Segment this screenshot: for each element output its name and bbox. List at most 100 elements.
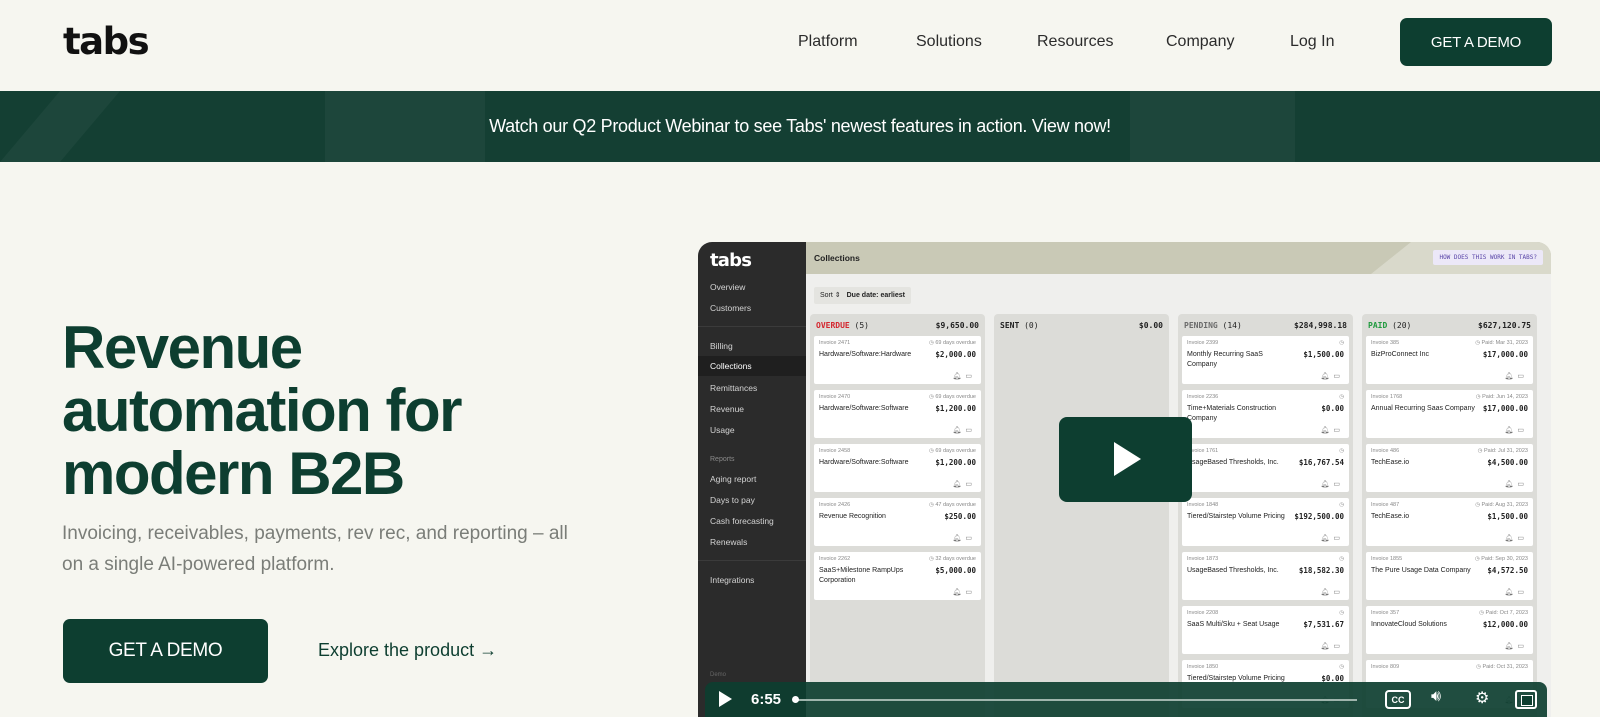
column-title-group: PAID (20) — [1368, 321, 1411, 330]
clock-icon: ◷ — [1339, 340, 1344, 346]
comment-icon: ▭ — [1517, 481, 1528, 488]
column-title: SENT — [1000, 321, 1020, 330]
banner-text[interactable]: Watch our Q2 Product Webinar to see Tabs… — [489, 116, 1111, 137]
webinar-banner[interactable]: Watch our Q2 Product Webinar to see Tabs… — [0, 91, 1600, 162]
app-logo: tabs — [710, 250, 752, 271]
customer-name: Annual Recurring Saas Company — [1371, 405, 1475, 412]
nav-company[interactable]: Company — [1166, 33, 1234, 51]
column-title-group: PENDING (14) — [1184, 321, 1242, 330]
invoice-status: ◷ — [1339, 610, 1344, 616]
invoice-amount: $16,767.54 — [1298, 458, 1344, 467]
customer-name: TechEase.io — [1371, 459, 1410, 466]
comment-icon: ▭ — [1333, 589, 1344, 596]
invoice-card: Invoice 2458 ◷ 69 days overdue Hardware/So… — [814, 444, 981, 492]
sort-chevron-icon: ⇕ — [834, 292, 841, 299]
comment-icon: ▭ — [965, 535, 976, 542]
invoice-amount: $17,000.00 — [1482, 404, 1528, 413]
nav-get-demo-button[interactable]: GET A DEMO — [1400, 18, 1552, 66]
column-header: OVERDUE (5) $9,650.00 — [816, 321, 979, 330]
invoice-status: ◷ Paid: Jul 31, 2023 — [1478, 448, 1528, 454]
card-actions: 🔔︎▭ — [952, 480, 976, 488]
invoice-status-text: Paid: Sep 30, 2023 — [1481, 556, 1528, 562]
column-header: PAID (20) $627,120.75 — [1368, 321, 1531, 330]
invoice-status-text: Paid: Jul 31, 2023 — [1483, 448, 1528, 454]
app-sidebar: tabs Overview Customers Billing Collecti… — [698, 242, 806, 717]
progress-track[interactable] — [795, 699, 1357, 701]
card-actions: 🔔︎▭ — [1320, 642, 1344, 650]
clock-icon: ◷ — [1339, 502, 1344, 508]
card-actions: 🔔︎▭ — [1504, 426, 1528, 434]
invoice-status: ◷ Paid: Mar 31, 2023 — [1475, 340, 1528, 346]
bell-icon: 🔔︎ — [952, 373, 966, 380]
invoice-number: Invoice 2208 — [1187, 610, 1219, 616]
invoice-card: Invoice 1768 ◷ Paid: Jun 14, 2023 Annual R… — [1366, 390, 1533, 438]
invoice-number: Invoice 1873 — [1187, 556, 1219, 562]
invoice-number: Invoice 1855 — [1371, 556, 1403, 562]
bell-icon: 🔔︎ — [952, 589, 966, 596]
bell-icon: 🔔︎ — [1320, 373, 1334, 380]
customer-name: Time+Materials Construction Company — [1187, 405, 1277, 422]
invoice-card: Invoice 2426 ◷ 47 days overdue Revenue Rec… — [814, 498, 981, 546]
invoice-card: Invoice 2236 ◷ Time+Materials Constructio… — [1182, 390, 1349, 438]
hero-get-demo-button[interactable]: GET A DEMO — [63, 619, 268, 683]
invoice-status-text: Paid: Aug 31, 2023 — [1481, 502, 1528, 508]
bell-icon: 🔔︎ — [952, 427, 966, 434]
play-video-button[interactable] — [1059, 417, 1192, 502]
customer-name: UsageBased Thresholds, Inc. — [1187, 567, 1279, 574]
sort-value: Due date: earliest — [846, 292, 905, 299]
invoice-amount: $1,500.00 — [1487, 512, 1528, 521]
invoice-amount: $192,500.00 — [1294, 512, 1344, 521]
fullscreen-icon[interactable] — [1515, 690, 1537, 709]
captions-icon[interactable]: CC — [1385, 690, 1411, 709]
invoice-amount: $250.00 — [944, 512, 976, 521]
sidebar-item-billing: Billing — [710, 341, 733, 351]
invoice-status: ◷ 32 days overdue — [929, 556, 976, 562]
kanban-column: PAID (20) $627,120.75 Invoice 385 ◷ Paid: M… — [1362, 314, 1537, 717]
bell-icon: 🔔︎ — [1320, 481, 1334, 488]
invoice-number: Invoice 1768 — [1371, 394, 1403, 400]
bell-icon: 🔔︎ — [1320, 535, 1334, 542]
column-title: PENDING — [1184, 321, 1218, 330]
nav-solutions[interactable]: Solutions — [916, 33, 982, 51]
invoice-amount: $1,200.00 — [935, 458, 976, 467]
sidebar-demo-label: Demo — [710, 672, 727, 678]
comment-icon: ▭ — [1517, 535, 1528, 542]
invoice-number: Invoice 486 — [1371, 448, 1400, 454]
nav-login[interactable]: Log In — [1290, 33, 1334, 51]
gear-icon[interactable]: ⚙ — [1475, 688, 1489, 708]
progress-handle[interactable] — [792, 696, 799, 703]
column-header: SENT (0) $0.00 — [1000, 321, 1163, 330]
volume-icon[interactable]: 🔊︎ — [1431, 688, 1441, 706]
sidebar-item-usage: Usage — [710, 425, 735, 435]
brand-logo[interactable]: tabs — [63, 20, 150, 63]
collections-header: Collections HOW DOES THIS WORK IN TABS? — [806, 242, 1551, 274]
nav-resources[interactable]: Resources — [1037, 33, 1113, 51]
bell-icon: 🔔︎ — [952, 535, 966, 542]
explore-product-link[interactable]: Explore the product → — [318, 640, 497, 661]
nav-platform[interactable]: Platform — [798, 33, 858, 51]
card-actions: 🔔︎▭ — [952, 426, 976, 434]
customer-name: BizProConnect Inc — [1371, 351, 1429, 358]
comment-icon: ▭ — [1517, 373, 1528, 380]
video-time: 6:55 — [751, 691, 782, 708]
sidebar-item-revenue: Revenue — [710, 404, 745, 414]
invoice-card: Invoice 2399 ◷ Monthly Recurring SaaS Com… — [1182, 336, 1349, 384]
clock-icon: ◷ — [1339, 664, 1344, 670]
clock-icon: ◷ — [1339, 448, 1344, 454]
invoice-number: Invoice 1850 — [1187, 664, 1219, 670]
column-title: OVERDUE — [816, 321, 850, 330]
customer-name: The Pure Usage Data Company — [1371, 567, 1471, 574]
customer-name: Hardware/Software:Software — [819, 405, 909, 412]
invoice-amount: $5,000.00 — [935, 566, 976, 575]
kanban-column: OVERDUE (5) $9,650.00 Invoice 2471 ◷ 69 day… — [810, 314, 985, 717]
customer-name: Monthly Recurring SaaS Company — [1187, 351, 1263, 368]
invoice-status: ◷ — [1339, 664, 1344, 670]
bell-icon: 🔔︎ — [1320, 427, 1334, 434]
invoice-number: Invoice 2426 — [819, 502, 851, 508]
play-icon[interactable] — [719, 691, 732, 707]
invoice-number: Invoice 809 — [1371, 664, 1400, 670]
comment-icon: ▭ — [1333, 535, 1344, 542]
customer-name: SaaS Multi/Sku + Seat Usage — [1187, 621, 1280, 628]
invoice-status-text: 69 days overdue — [935, 340, 976, 346]
sidebar-item-aging-report: Aging report — [710, 474, 757, 484]
